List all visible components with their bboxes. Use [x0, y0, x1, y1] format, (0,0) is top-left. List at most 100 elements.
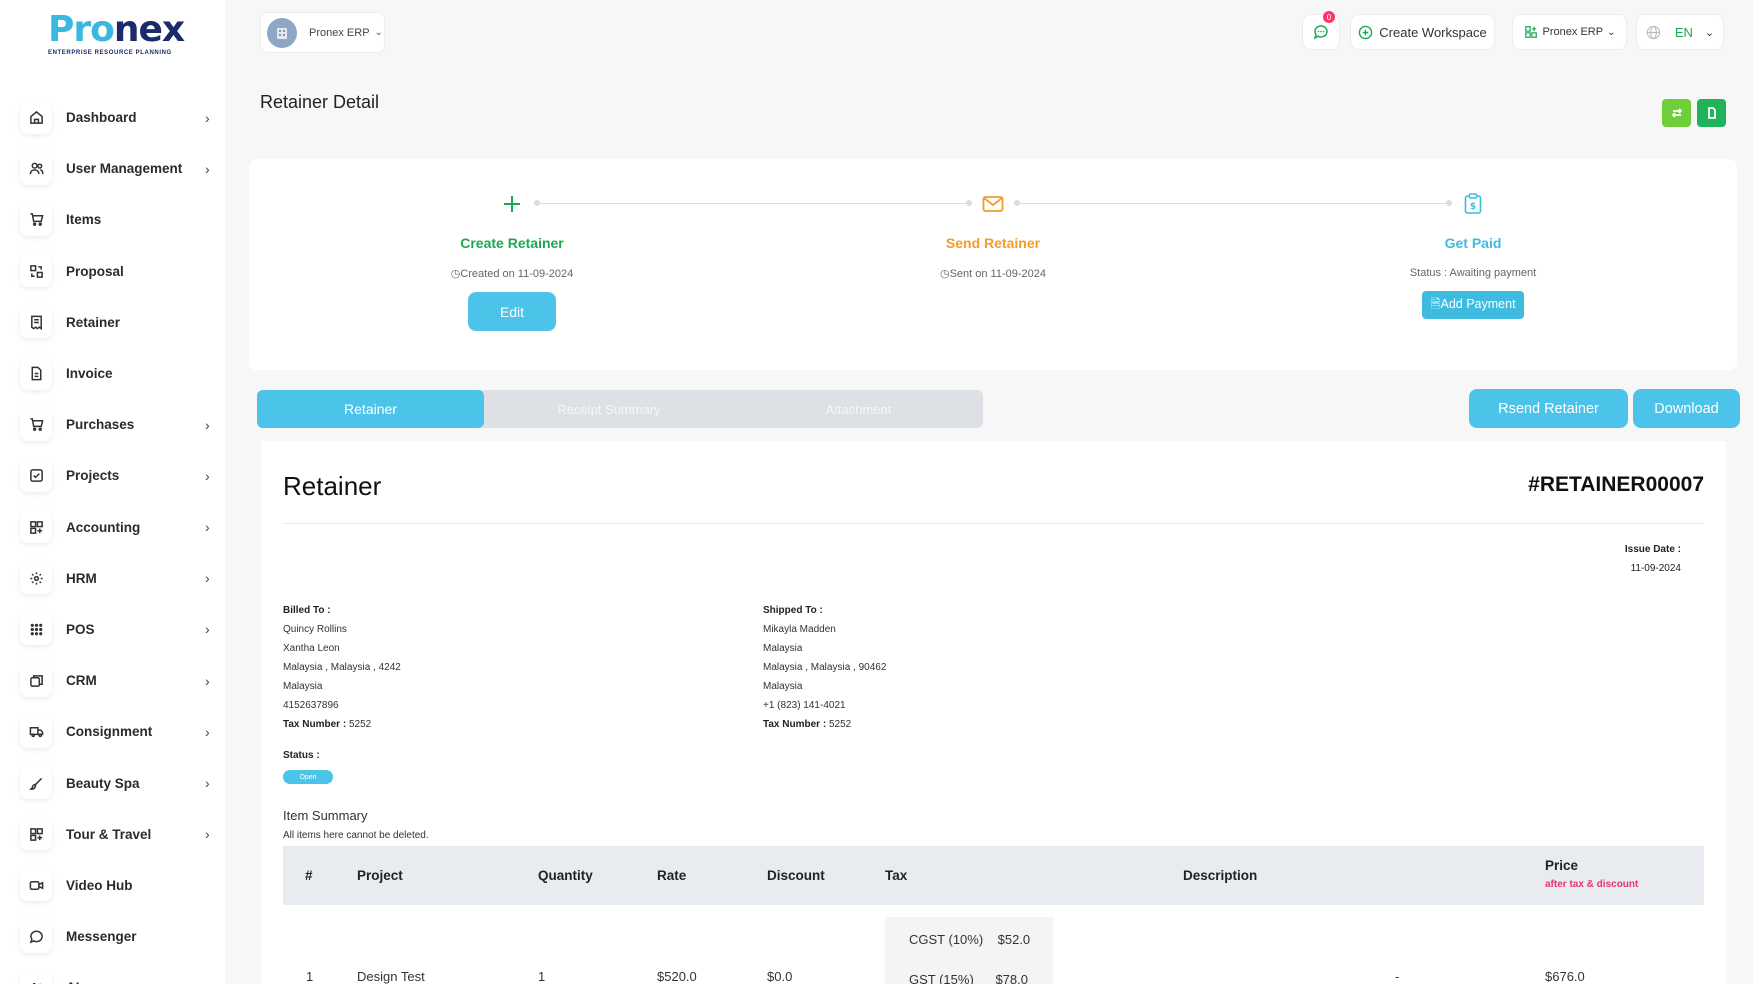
erp-label: Pronex ERP [1542, 26, 1604, 38]
row-number: 1 [306, 969, 314, 984]
billed-line: Xantha Leon [283, 643, 340, 654]
sidebar-item-label: Accounting [66, 519, 141, 535]
sidebar-item-label: Retainer [66, 314, 121, 330]
workspace-name: Pronex ERP [309, 26, 370, 39]
sidebar-item-beauty-spa[interactable]: Beauty Spa › [20, 757, 215, 808]
chevron-down-icon: ⌄ [1704, 26, 1715, 39]
shipped-line: +1 (823) 141-4021 [763, 700, 846, 711]
sidebar-item-proposal[interactable]: Proposal [20, 246, 215, 297]
column-header: Price [1545, 858, 1579, 873]
resend-retainer-button[interactable]: Rsend Retainer [1469, 389, 1628, 428]
add-payment-button[interactable]: 🗎Add Payment [1422, 291, 1524, 319]
sidebar-item-dashboard[interactable]: Dashboard › [20, 92, 215, 143]
sidebar-item-purchases[interactable]: Purchases › [20, 399, 215, 450]
sidebar-item-messenger[interactable]: Messenger [20, 911, 215, 962]
edit-button[interactable]: Edit [468, 292, 556, 331]
grid-plus-icon [20, 818, 52, 851]
receipt-icon: 🗎 [1430, 296, 1441, 311]
cart-icon [20, 408, 52, 441]
workspace-switcher[interactable]: Pronex ERP ⌄ [260, 12, 385, 53]
tax-number-label: Tax Number : [283, 719, 347, 730]
sidebar-item-label: POS [66, 621, 95, 637]
shipped-line: Malaysia [763, 643, 803, 654]
sidebar-item-label: Messenger [66, 929, 137, 945]
sidebar-item-consignment[interactable]: Consignment › [20, 706, 215, 757]
dots-grid-icon [20, 613, 52, 646]
sidebar-item-projects[interactable]: Projects › [20, 450, 215, 501]
video-icon [20, 869, 52, 902]
sidebar-item-label: HRM [66, 570, 97, 586]
retainer-progress-card: Create Retainer ◷Created on 11-09-2024 E… [249, 159, 1737, 370]
row-description: - [1395, 969, 1400, 984]
file-icon [1707, 107, 1716, 119]
app-logo[interactable]: Pronex ENTERPRISE RESOURCE PLANNING [48, 12, 188, 62]
sidebar-item-label: CRM [66, 673, 97, 689]
column-header: Rate [657, 868, 687, 883]
sidebar-item-accounting[interactable]: Accounting › [20, 502, 215, 553]
sidebar-item-invoice[interactable]: Invoice [20, 348, 215, 399]
chevron-right-icon: › [205, 826, 210, 843]
retainer-number: #RETAINER00007 [1528, 473, 1704, 496]
tax-number: 5252 [348, 719, 372, 730]
sidebar-item-label: Purchases [66, 417, 135, 433]
chevron-right-icon: › [205, 519, 210, 536]
page-title: Retainer Detail [260, 92, 380, 112]
brush-icon [20, 767, 52, 800]
item-summary-title: Item Summary [283, 808, 368, 823]
shipped-line: Malaysia , Malaysia , 90462 [763, 662, 887, 673]
column-header: Project [357, 868, 403, 883]
sidebar-item-pos[interactable]: POS › [20, 604, 215, 655]
step-subtitle: ◷Sent on 11-09-2024 [939, 268, 1047, 280]
billed-to-block: Billed To : Quincy Rollins Xantha Leon M… [283, 601, 401, 734]
detail-tabs: Retainer Receipt Summary Attachment [257, 390, 983, 428]
column-header: Discount [767, 868, 825, 883]
sidebar-item-hrm[interactable]: HRM › [20, 553, 215, 604]
messages-button[interactable]: 0 [1302, 11, 1340, 50]
chevron-right-icon: › [205, 672, 210, 689]
row-quantity: 1 [538, 969, 546, 984]
column-header: # [305, 868, 313, 883]
shipped-line: Malaysia [763, 681, 803, 692]
plus-icon [497, 189, 527, 219]
sidebar-item-user-management[interactable]: User Management › [20, 143, 215, 194]
sidebar-item-crm[interactable]: CRM › [20, 655, 215, 706]
language-code: EN [1674, 24, 1693, 40]
document-title: Retainer [283, 471, 382, 501]
sidebar-item-video-hub[interactable]: Video Hub [20, 860, 215, 911]
sidebar-item-label: Video Hub [66, 877, 133, 893]
document-button[interactable] [1697, 99, 1726, 127]
ai-icon [20, 971, 52, 984]
divider [283, 523, 1704, 524]
sidebar-item-items[interactable]: Items [20, 194, 215, 245]
sidebar-item-ai[interactable]: AI› [20, 962, 215, 984]
step-subtitle: Status : Awaiting payment [1409, 267, 1537, 279]
plus-circle-icon [1358, 25, 1373, 39]
sidebar-nav: Dashboard › User Management › Items Proposal R… [20, 92, 215, 984]
billed-line: Quincy Rollins [283, 624, 347, 635]
sidebar-item-label: User Management [66, 161, 183, 177]
erp-menu-button[interactable]: Pronex ERP ⌄ [1512, 14, 1627, 50]
swap-icon [20, 255, 52, 288]
tax-number: 5252 [828, 719, 852, 730]
tax-line: GST (15%) $78.0 [909, 972, 1028, 984]
create-workspace-label: Create Workspace [1379, 24, 1487, 40]
download-button[interactable]: Download [1633, 389, 1740, 428]
convert-button[interactable] [1662, 99, 1691, 127]
mail-icon [978, 189, 1008, 219]
sidebar-item-tour-travel[interactable]: Tour & Travel › [20, 809, 215, 860]
issue-date-label: Issue Date : [1624, 544, 1681, 555]
sidebar-item-retainer[interactable]: Retainer [20, 297, 215, 348]
tax-breakdown: CGST (10%) $52.0 GST (15%) $78.0 [885, 917, 1053, 984]
layers-icon [20, 664, 52, 697]
tab-attachment[interactable]: Attachment [734, 390, 983, 428]
message-count-badge: 0 [1323, 11, 1335, 23]
language-switcher[interactable]: EN ⌄ [1636, 14, 1724, 50]
tab-receipt-summary[interactable]: Receipt Summary [484, 390, 734, 428]
item-summary-note: All items here cannot be deleted. [283, 830, 429, 841]
create-workspace-button[interactable]: Create Workspace [1350, 14, 1495, 50]
chevron-right-icon: › [205, 570, 210, 587]
chat-icon [20, 920, 52, 953]
sidebar-item-label: Beauty Spa [66, 775, 140, 791]
tab-retainer[interactable]: Retainer [257, 390, 484, 428]
status-label: Status : [283, 750, 320, 761]
